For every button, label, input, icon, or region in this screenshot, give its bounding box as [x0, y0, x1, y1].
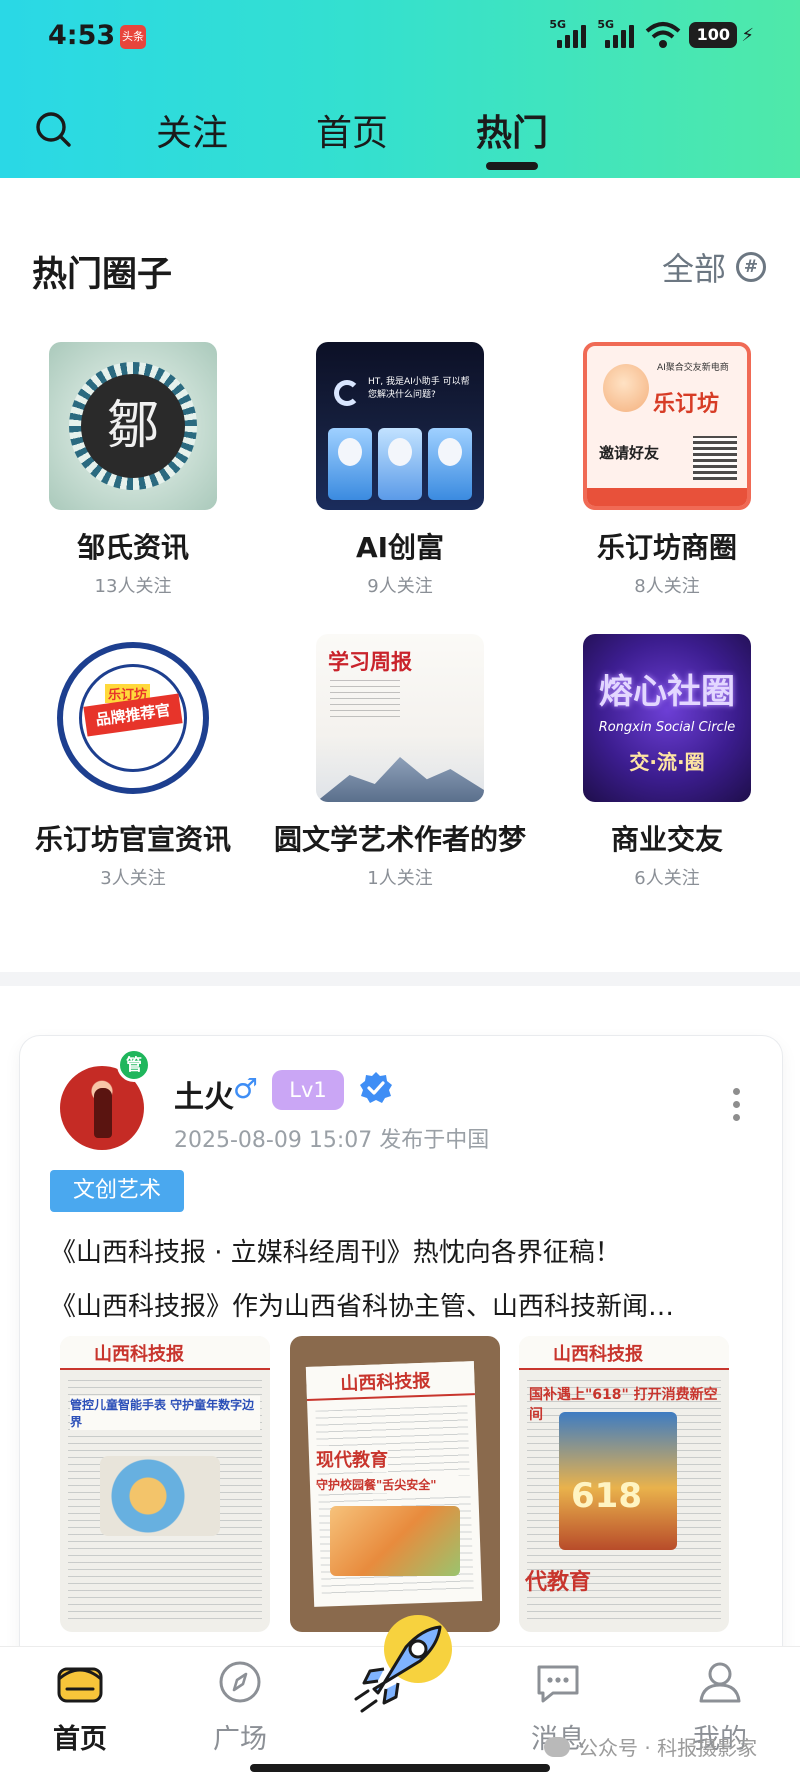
gender-male-icon: ♂: [233, 1072, 259, 1105]
post-time: 2025-08-09 15:07 发布于中国: [174, 1128, 490, 1153]
nav-square[interactable]: 广场: [180, 1655, 300, 1756]
post-image[interactable]: 山西科技报 管控儿童智能手表 守护童年数字边界: [60, 1336, 270, 1632]
circle-thumbnail: 鄒: [49, 342, 217, 510]
wechat-icon: [544, 1736, 570, 1757]
user-icon: [699, 1662, 741, 1703]
nav-home[interactable]: 首页: [20, 1655, 140, 1756]
circle-followers: 9人关注: [367, 576, 433, 597]
rocket-icon[interactable]: [340, 1607, 460, 1727]
circle-name: 商业交友: [610, 823, 723, 856]
circle-thumbnail: 熔心社圈 Rongxin Social Circle 交·流·圈: [583, 634, 751, 802]
username[interactable]: 土火: [174, 1072, 234, 1116]
section-title: 热门圈子: [32, 255, 173, 295]
battery-icon: 100: [689, 22, 738, 48]
active-tab-indicator: [486, 162, 538, 170]
signal-icon-1: 5G: [549, 18, 589, 50]
watermark-text: 公众号 · 科报摄影家: [578, 1736, 758, 1760]
tab-hot[interactable]: 热门: [476, 104, 548, 156]
circle-name: 邹氏资讯: [76, 531, 189, 564]
top-tabs: 关注 首页 热门: [0, 96, 800, 170]
signal-icon-2: 5G: [597, 18, 637, 50]
circle-followers: 13人关注: [94, 576, 172, 597]
post-image[interactable]: 山西科技报 现代教育 守护校园餐"舌尖安全": [290, 1336, 500, 1632]
circle-name: AI创富: [355, 531, 445, 564]
circle-followers: 1人关注: [367, 868, 433, 889]
circle-card[interactable]: 乐订坊 品牌推荐官 乐订坊官宣资讯 3人关注: [3, 634, 263, 890]
message-icon: [537, 1665, 579, 1703]
admin-badge: 管: [117, 1048, 151, 1082]
circle-name: 乐订坊官宣资讯: [34, 823, 231, 856]
circle-thumbnail: 乐订坊 品牌推荐官: [49, 634, 217, 802]
circle-name: 圆文学艺术作者的梦: [273, 823, 526, 856]
circle-thumbnail: AI聚合交友新电商 乐订坊 邀请好友: [583, 342, 751, 510]
app-badge-icon: 头条: [120, 25, 146, 49]
circle-card[interactable]: AI聚合交友新电商 乐订坊 邀请好友 乐订坊商圈 8人关注: [537, 342, 797, 598]
post-image[interactable]: 山西科技报 国补遇上"618" 打开消费新空间 618 代教育: [519, 1336, 729, 1632]
level-badge: Lv1: [272, 1070, 344, 1110]
tab-follow[interactable]: 关注: [156, 104, 228, 156]
post-text-line[interactable]: 《山西科技报 · 立媒科经周刊》热忱向各界征稿！: [50, 1232, 750, 1269]
circle-card[interactable]: 学习周报 圆文学艺术作者的梦 1人关注: [270, 634, 530, 890]
post-text-line[interactable]: 《山西科技报》作为山西省科协主管、山西科技新闻…: [50, 1286, 750, 1323]
category-tag[interactable]: 文创艺术: [50, 1170, 184, 1212]
circle-followers: 3人关注: [100, 868, 166, 889]
watermark: 公众号 · 科报摄影家: [544, 1732, 757, 1761]
circle-card[interactable]: HT, 我是AI小助手 可以帮您解决什么问题? AI创富 9人关注: [270, 342, 530, 598]
circle-card[interactable]: 鄒 邹氏资讯 13人关注: [3, 342, 263, 598]
section-divider: [0, 972, 800, 986]
circle-thumbnail: 学习周报: [316, 634, 484, 802]
more-vertical-icon[interactable]: [730, 1088, 742, 1128]
wifi-icon: [646, 22, 681, 48]
circle-followers: 8人关注: [634, 576, 700, 597]
compass-icon: [219, 1661, 261, 1703]
circle-name: 乐订坊商圈: [596, 531, 737, 564]
view-all-link[interactable]: 全部 #: [662, 244, 766, 290]
verified-icon: [360, 1072, 392, 1103]
circle-followers: 6人关注: [634, 868, 700, 889]
search-icon[interactable]: [34, 110, 74, 150]
header: 4:53 头条 5G 5G 100 ⚡ 关注 首页 热门: [0, 0, 800, 178]
home-icon: [57, 1667, 103, 1703]
view-all-label: 全部: [661, 250, 726, 288]
tab-home[interactable]: 首页: [316, 104, 388, 156]
hash-icon: #: [736, 252, 766, 282]
status-icons: 5G 5G 100 ⚡: [549, 18, 754, 52]
status-time: 4:53: [48, 20, 116, 51]
charging-icon: ⚡: [741, 24, 754, 46]
circle-thumbnail: HT, 我是AI小助手 可以帮您解决什么问题?: [316, 342, 484, 510]
status-bar: 4:53 头条 5G 5G 100 ⚡: [0, 0, 800, 72]
circle-card[interactable]: 熔心社圈 Rongxin Social Circle 交·流·圈 商业交友 6人…: [537, 634, 797, 890]
home-indicator[interactable]: [250, 1764, 550, 1772]
